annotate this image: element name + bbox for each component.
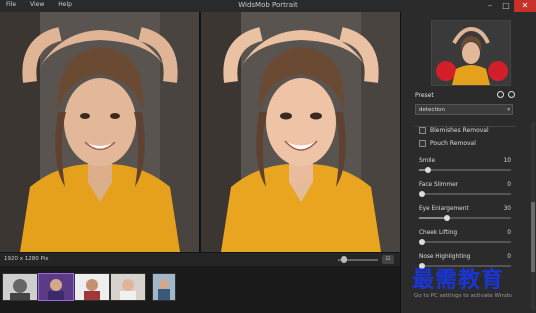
pouch-removal-checkbox[interactable]: Pouch Removal <box>419 140 476 147</box>
maximize-button[interactable]: □ <box>498 0 514 12</box>
slider-label: Nose Highlighting <box>419 254 471 260</box>
slider-label: Smile <box>419 158 436 164</box>
watermark-text: 最需教育 <box>412 267 505 293</box>
save-preset-icon[interactable] <box>497 91 504 98</box>
checkbox-label: Pouch Removal <box>430 140 476 147</box>
preset-dropdown-value: detection <box>419 107 445 113</box>
slider-label: Eye Enlargement <box>419 206 469 212</box>
preset-dropdown[interactable]: detection ▾ <box>415 104 513 115</box>
slider-knob[interactable] <box>443 215 450 221</box>
slider-value: 10 <box>503 158 511 164</box>
slider-knob[interactable] <box>425 167 432 173</box>
slider-value: 0 <box>507 230 511 236</box>
thumbnail[interactable] <box>74 273 110 301</box>
preview-thumbnail <box>431 20 511 86</box>
chevron-down-icon: ▾ <box>507 107 510 113</box>
activate-windows-notice: Go to PC settings to activate Windo <box>414 293 512 299</box>
slider-track[interactable] <box>419 167 511 173</box>
retouched-photo <box>201 12 400 252</box>
thumbnail-selected[interactable] <box>38 273 74 301</box>
panel-scrollbar[interactable] <box>531 122 535 310</box>
zoom-slider-thumb[interactable] <box>341 256 347 263</box>
slider-value: 0 <box>507 182 511 188</box>
reset-preset-icon[interactable] <box>508 91 515 98</box>
slider-track[interactable] <box>419 215 511 221</box>
slider-track[interactable] <box>419 239 511 245</box>
slider-label: Face Slimmer <box>419 182 459 188</box>
slider-fill <box>419 217 447 219</box>
blemishes-removal-checkbox[interactable]: Blemishes Removal <box>419 127 489 134</box>
window-controls: – □ ✕ <box>482 0 536 12</box>
thumbnail[interactable] <box>110 273 146 301</box>
preset-actions <box>497 91 515 98</box>
original-photo <box>0 12 199 252</box>
slider-value: 30 <box>503 206 511 212</box>
checkbox-box[interactable] <box>419 140 426 147</box>
image-dimensions: 1920 x 1280 Pix <box>4 256 49 262</box>
slider-track[interactable] <box>419 191 511 197</box>
photo-viewer[interactable] <box>0 12 400 252</box>
slider-label: Cheek Lifting <box>419 230 458 236</box>
close-button[interactable]: ✕ <box>514 0 536 12</box>
status-bar: 1920 x 1280 Pix ⊡ <box>0 252 400 267</box>
thumbnail[interactable] <box>152 273 176 301</box>
slider-value: 0 <box>507 254 511 260</box>
minimize-button[interactable]: – <box>482 0 498 12</box>
slider-knob[interactable] <box>419 191 425 197</box>
checkbox-box[interactable] <box>419 127 426 134</box>
fit-to-window-button[interactable]: ⊡ <box>382 255 394 264</box>
checkbox-label: Blemishes Removal <box>430 127 489 134</box>
scrollbar-thumb[interactable] <box>531 202 535 272</box>
preset-label: Preset <box>415 92 434 99</box>
filmstrip <box>0 266 400 313</box>
window-title: WidsMob Portrait <box>238 1 298 9</box>
thumbnail[interactable] <box>2 273 38 301</box>
slider-knob[interactable] <box>419 239 425 245</box>
